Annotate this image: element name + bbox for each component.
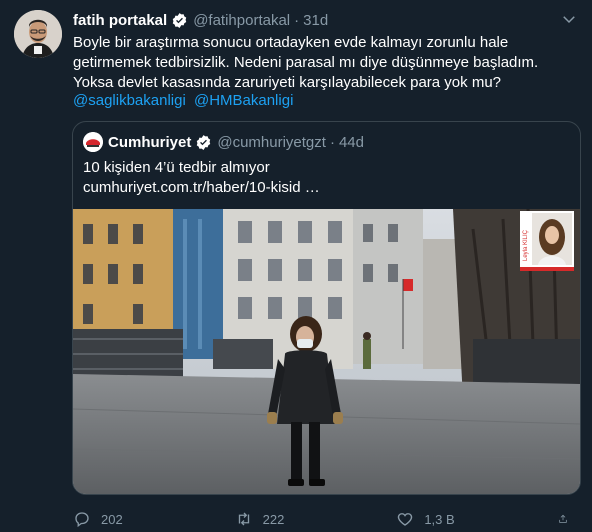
- mention-link[interactable]: @saglikbakanligi: [73, 92, 186, 109]
- quoted-tweet[interactable]: Cumhuriyet @cumhuriyetgzt · 44d 10 kişid…: [72, 121, 581, 495]
- avatar-portrait-icon: [14, 10, 62, 58]
- verified-badge-icon: [197, 134, 211, 150]
- quoted-author-name[interactable]: Cumhuriyet: [108, 134, 191, 151]
- author-handle[interactable]: @fatihportakal: [193, 12, 290, 29]
- tweet-timestamp[interactable]: 31d: [303, 12, 328, 29]
- reply-count: 202: [101, 511, 123, 527]
- quoted-tweet-timestamp[interactable]: 44d: [339, 134, 364, 151]
- tweet-text-line: getirmemek tedbirsizlik. Nedeni parasal …: [73, 54, 539, 71]
- share-button[interactable]: [558, 510, 578, 528]
- quoted-tweet-text: 10 kişiden 4’ü tedbir almıyor cumhuriyet…: [83, 158, 320, 198]
- quoted-tweet-photo[interactable]: Leyla KILIÇ: [73, 209, 581, 495]
- retweet-button[interactable]: 222: [235, 510, 355, 528]
- tweet[interactable]: fatih portakal @fatihportakal · 31d Boyl…: [0, 0, 592, 532]
- inset-caption: Leyla KILIÇ: [523, 229, 529, 261]
- heart-icon: [398, 513, 413, 526]
- like-button[interactable]: 1,3 B: [396, 510, 516, 528]
- tweet-actions: 202 222 1,3 B: [73, 508, 578, 530]
- tweet-text-line: Boyle bir araştırma sonucu ortadayken ev…: [73, 34, 509, 51]
- retweet-icon: [238, 512, 249, 526]
- tweet-header: fatih portakal @fatihportakal · 31d: [73, 10, 328, 30]
- quoted-tweet-link[interactable]: cumhuriyet.com.tr/haber/10-kisid …: [83, 178, 320, 198]
- tweet-text: Boyle bir araştırma sonucu ortadayken ev…: [73, 33, 578, 93]
- retweet-count: 222: [262, 511, 285, 527]
- chevron-down-icon[interactable]: [560, 10, 578, 28]
- author-name[interactable]: fatih portakal: [73, 12, 167, 29]
- quoted-author-handle[interactable]: @cumhuriyetgzt: [217, 134, 326, 151]
- reply-button[interactable]: 202: [73, 510, 193, 528]
- tweet-mentions: @saglikbakanligi @HMBakanligi: [73, 91, 297, 111]
- mention-link[interactable]: @HMBakanligi: [194, 92, 293, 109]
- quoted-tweet-headline: 10 kişiden 4’ü tedbir almıyor: [83, 159, 270, 176]
- share-icon: [559, 514, 567, 523]
- like-count: 1,3 B: [424, 511, 455, 527]
- cumhuriyet-logo-icon: [83, 132, 103, 152]
- header-separator: ·: [294, 11, 300, 29]
- tweet-text-line: Yoksa devlet kasasında zaruriyeti karşıl…: [73, 74, 501, 91]
- quoted-author-avatar[interactable]: [83, 132, 103, 152]
- reply-icon: [75, 512, 89, 528]
- verified-badge-icon: [172, 12, 187, 28]
- header-separator: ·: [329, 133, 335, 151]
- author-avatar[interactable]: [14, 10, 62, 58]
- quoted-tweet-header: Cumhuriyet @cumhuriyetgzt · 44d: [83, 132, 364, 152]
